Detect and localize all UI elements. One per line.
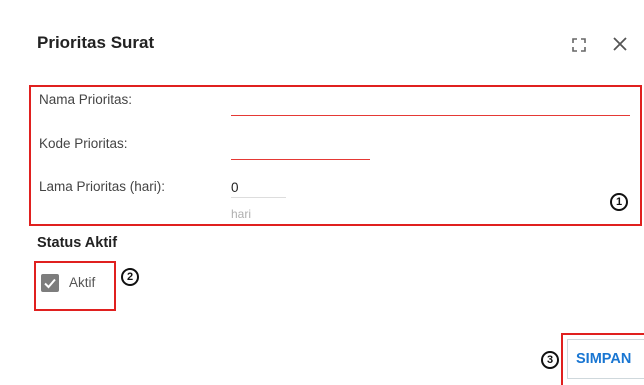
marker-3: 3 (541, 351, 559, 369)
nama-prioritas-input[interactable] (231, 95, 630, 116)
lama-prioritas-unit-hint: hari (231, 207, 252, 221)
status-aktif-title: Status Aktif (37, 235, 118, 251)
nama-prioritas-label: Nama Prioritas: (39, 92, 133, 107)
aktif-checkbox-label[interactable]: Aktif (69, 275, 95, 290)
expand-icon[interactable] (572, 38, 586, 52)
kode-prioritas-label: Kode Prioritas: (39, 136, 128, 151)
checkmark-icon (44, 278, 56, 289)
aktif-checkbox[interactable] (41, 274, 59, 292)
kode-prioritas-input[interactable] (231, 139, 370, 160)
marker-1: 1 (610, 193, 628, 211)
dialog-title: Prioritas Surat (37, 33, 155, 52)
marker-2: 2 (121, 268, 139, 286)
priority-dialog: Prioritas Surat Nama Prioritas: Kode Pri… (0, 0, 644, 385)
close-icon[interactable] (612, 36, 628, 52)
lama-prioritas-input[interactable] (231, 177, 286, 198)
lama-prioritas-label: Lama Prioritas (hari): (39, 179, 166, 194)
save-button[interactable]: SIMPAN (567, 339, 644, 379)
